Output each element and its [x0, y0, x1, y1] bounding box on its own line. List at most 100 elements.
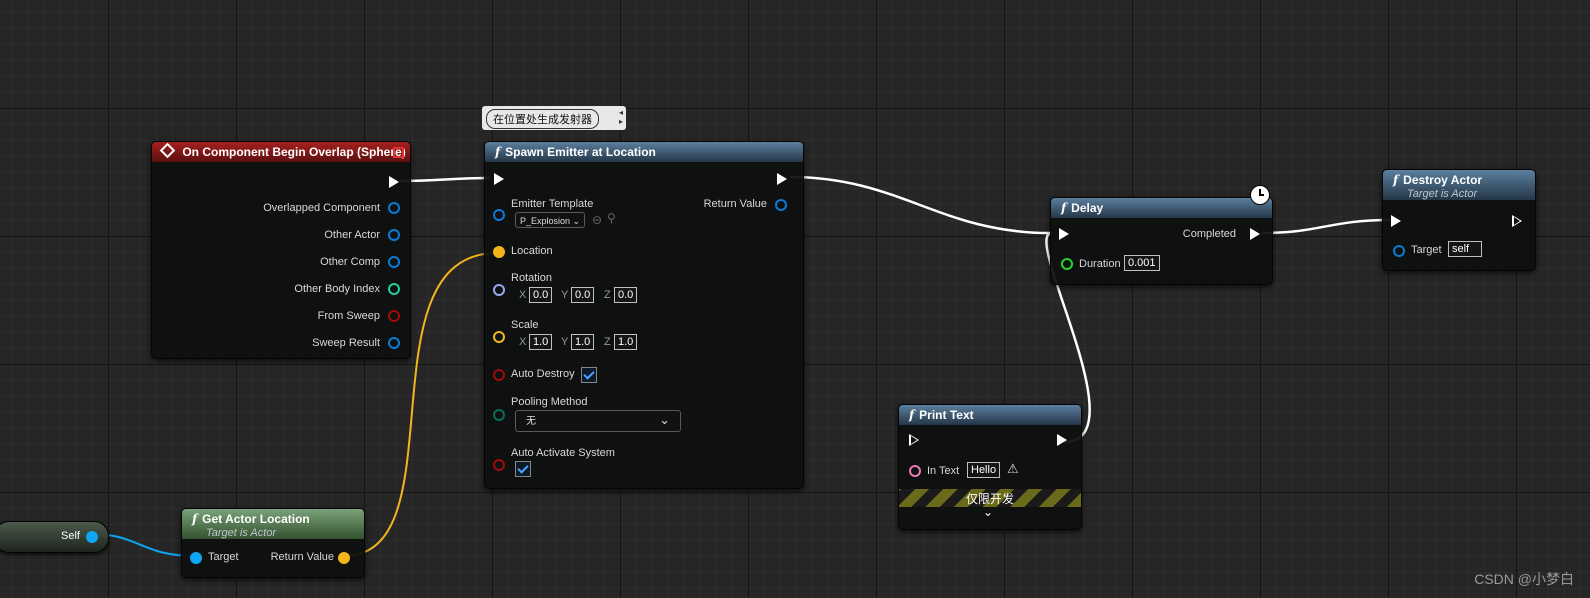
pooling-method-label: Pooling Method — [511, 396, 588, 408]
self-output-pin[interactable] — [86, 531, 98, 543]
function-icon: f — [909, 408, 915, 422]
expand-chevron-icon[interactable]: ⌄ — [983, 505, 993, 519]
other-actor-pin[interactable] — [388, 229, 400, 241]
event-node-title: On Component Begin Overlap (Sphere) — [182, 145, 406, 159]
exec-out-pin[interactable] — [389, 176, 399, 188]
exec-out-pin[interactable] — [1057, 434, 1067, 446]
exec-wire-delay-to-destroy — [1261, 218, 1391, 235]
rotation-x-input[interactable]: 0.0 — [529, 287, 553, 303]
in-text-input[interactable]: Hello — [967, 462, 1001, 478]
scale-z-input[interactable]: 1.0 — [614, 334, 638, 350]
self-reference-node[interactable]: Self — [0, 521, 109, 553]
return-value-pin[interactable] — [775, 199, 787, 211]
chevron-down-icon: ⌄ — [659, 412, 670, 427]
print-text-node[interactable]: f Print Text In Text Hello ⚠ 仅限开发 ⌄ — [898, 404, 1082, 530]
tooltip-text: 在位置处生成发射器 — [486, 109, 599, 129]
target-label: Target — [1411, 244, 1442, 256]
delay-node-header[interactable]: f Delay — [1051, 198, 1272, 218]
duration-label: Duration — [1079, 258, 1121, 270]
get-actor-location-node[interactable]: f Get Actor Location Target is Actor Targe… — [181, 508, 365, 578]
output-label-from-sweep: From Sweep — [317, 310, 380, 322]
output-label-other-comp: Other Comp — [320, 256, 380, 268]
location-pin[interactable] — [493, 246, 505, 258]
duration-input[interactable]: 0.001 — [1124, 255, 1160, 271]
scale-pin[interactable] — [493, 331, 505, 343]
watermark: CSDN @小梦白 — [1474, 571, 1574, 587]
overlapped-component-pin[interactable] — [388, 202, 400, 214]
completed-label: Completed — [1182, 228, 1236, 240]
in-text-label: In Text — [927, 465, 960, 477]
warning-icon: ⚠ — [1007, 461, 1019, 476]
scale-x-input[interactable]: 1.0 — [529, 334, 553, 350]
completed-exec-pin[interactable] — [1250, 228, 1260, 240]
print-text-header[interactable]: f Print Text — [899, 405, 1081, 425]
rotation-z-input[interactable]: 0.0 — [614, 287, 638, 303]
exec-in-pin[interactable] — [909, 434, 919, 446]
event-node-begin-overlap[interactable]: On Component Begin Overlap (Sphere) Over… — [151, 141, 411, 359]
pooling-method-dropdown[interactable]: 无 ⌄ — [515, 410, 681, 432]
sweep-result-pin[interactable] — [388, 337, 400, 349]
location-label: Location — [511, 245, 553, 257]
rotation-label: Rotation — [511, 272, 552, 284]
pooling-method-pin[interactable] — [493, 409, 505, 421]
event-diamond-icon — [159, 142, 176, 159]
target-pin[interactable] — [1393, 245, 1405, 257]
return-value-pin[interactable] — [338, 552, 350, 564]
duration-pin[interactable] — [1061, 258, 1073, 270]
auto-activate-pin[interactable] — [493, 459, 505, 471]
destroy-actor-title: Destroy Actor — [1403, 173, 1483, 187]
browse-search-icon[interactable]: ⚲ — [607, 211, 616, 225]
print-text-title: Print Text — [919, 408, 974, 422]
scale-y-input[interactable]: 1.0 — [571, 334, 595, 350]
target-label: Target — [208, 551, 239, 563]
emitter-template-value: P_Explosion — [520, 216, 571, 226]
from-sweep-pin[interactable] — [388, 310, 400, 322]
get-actor-location-title: Get Actor Location — [202, 512, 310, 526]
return-value-label: Return Value — [270, 551, 334, 563]
exec-out-pin[interactable] — [1512, 215, 1522, 227]
auto-destroy-pin[interactable] — [493, 369, 505, 381]
get-actor-location-header[interactable]: f Get Actor Location Target is Actor — [182, 509, 364, 539]
spawn-node-header[interactable]: f Spawn Emitter at Location — [485, 142, 803, 162]
other-body-index-pin[interactable] — [388, 283, 400, 295]
emitter-template-dropdown[interactable]: P_Explosion ⌄ — [515, 212, 585, 228]
spawn-emitter-node[interactable]: f Spawn Emitter at Location Emitter Templ… — [484, 141, 804, 489]
delay-node[interactable]: f Delay Completed Duration 0.001 — [1050, 185, 1273, 285]
delay-node-title: Delay — [1071, 201, 1104, 215]
exec-in-pin[interactable] — [494, 173, 504, 185]
in-text-pin[interactable] — [909, 465, 921, 477]
return-value-label: Return Value — [703, 198, 767, 210]
target-self-field[interactable]: self — [1448, 241, 1482, 257]
rotation-pin[interactable] — [493, 284, 505, 296]
emitter-template-label: Emitter Template — [511, 198, 594, 210]
scale-x-axis: X — [519, 336, 527, 348]
rotation-z-axis: Z — [604, 289, 611, 301]
use-asset-arrow-icon[interactable]: ⊖ — [592, 213, 602, 227]
scale-label: Scale — [511, 319, 539, 331]
exec-wire-spawn-to-delay — [789, 175, 1051, 235]
destroy-actor-header[interactable]: f Destroy Actor Target is Actor — [1383, 170, 1535, 200]
rotation-y-input[interactable]: 0.0 — [571, 287, 595, 303]
get-actor-location-subtitle: Target is Actor — [206, 527, 277, 539]
tooltip-arrows-icon: ◂ ▸ — [618, 108, 623, 126]
destroy-actor-node[interactable]: f Destroy Actor Target is Actor Target sel… — [1382, 169, 1536, 271]
latent-clock-icon — [1250, 185, 1270, 205]
auto-activate-checkbox[interactable] — [515, 461, 531, 477]
function-icon: f — [495, 145, 501, 159]
destroy-actor-subtitle: Target is Actor — [1407, 188, 1478, 200]
exec-in-pin[interactable] — [1059, 228, 1069, 240]
target-pin[interactable] — [190, 552, 202, 564]
auto-activate-label: Auto Activate System — [511, 447, 615, 459]
delegate-pin-icon[interactable] — [393, 147, 404, 158]
function-icon: f — [1061, 201, 1067, 215]
emitter-template-pin[interactable] — [493, 209, 505, 221]
event-node-header[interactable]: On Component Begin Overlap (Sphere) — [152, 142, 410, 162]
chevron-down-icon: ⌄ — [572, 216, 580, 226]
output-label-other-actor: Other Actor — [324, 229, 380, 241]
other-comp-pin[interactable] — [388, 256, 400, 268]
exec-out-pin[interactable] — [777, 173, 787, 185]
exec-in-pin[interactable] — [1391, 215, 1401, 227]
scale-z-axis: Z — [604, 336, 611, 348]
auto-destroy-checkbox[interactable] — [581, 367, 597, 383]
output-label-sweep-result: Sweep Result — [312, 337, 380, 349]
